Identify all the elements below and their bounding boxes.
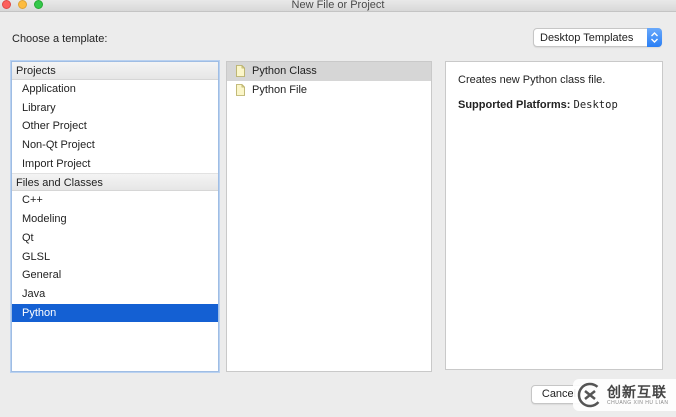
category-item[interactable]: Library [12, 99, 218, 118]
category-list[interactable]: Projects Application Library Other Project N… [11, 61, 219, 372]
category-item[interactable]: C++ [12, 191, 218, 210]
template-item-label: Python File [252, 84, 308, 96]
category-item[interactable]: Non-Qt Project [12, 136, 218, 155]
category-item[interactable]: Modeling [12, 210, 218, 229]
file-icon [236, 84, 245, 96]
category-item[interactable]: General [12, 266, 218, 285]
window-title: New File or Project [291, 0, 385, 11]
category-item[interactable]: Java [12, 285, 218, 304]
template-details: Creates new Python class file. Supported… [445, 61, 663, 370]
category-group-header: Files and Classes [12, 173, 218, 192]
supported-platforms: Supported Platforms: Desktop [458, 99, 618, 111]
platforms-value: Desktop [573, 99, 618, 111]
select-arrows-icon [647, 28, 662, 47]
template-description: Creates new Python class file. [458, 74, 606, 86]
category-item[interactable]: Python [12, 303, 218, 323]
template-list[interactable]: Python Class Python File [226, 61, 432, 372]
category-group-header: Projects [12, 62, 218, 80]
category-item[interactable]: Application [12, 80, 218, 99]
platform-select-value: Desktop Templates [540, 32, 634, 44]
category-item[interactable]: Other Project [12, 117, 218, 136]
category-item[interactable]: GLSL [12, 248, 218, 267]
template-item-label: Python Class [252, 65, 317, 77]
template-item[interactable]: Python File [227, 81, 431, 100]
watermark-logo-icon [577, 382, 603, 408]
platform-select[interactable]: Desktop Templates [533, 28, 662, 47]
watermark: 创新互联 CHUANG XIN HU LIAN [573, 379, 676, 411]
category-item[interactable]: Import Project [12, 155, 218, 174]
watermark-subtext: CHUANG XIN HU LIAN [607, 400, 669, 406]
title-bar: New File or Project [0, 0, 676, 12]
platforms-label: Supported Platforms: [458, 99, 571, 111]
category-item[interactable]: Qt [12, 229, 218, 248]
choose-template-label: Choose a template: [12, 33, 108, 45]
template-item[interactable]: Python Class [227, 62, 431, 81]
watermark-text: 创新互联 [607, 384, 667, 400]
file-icon [236, 65, 245, 77]
